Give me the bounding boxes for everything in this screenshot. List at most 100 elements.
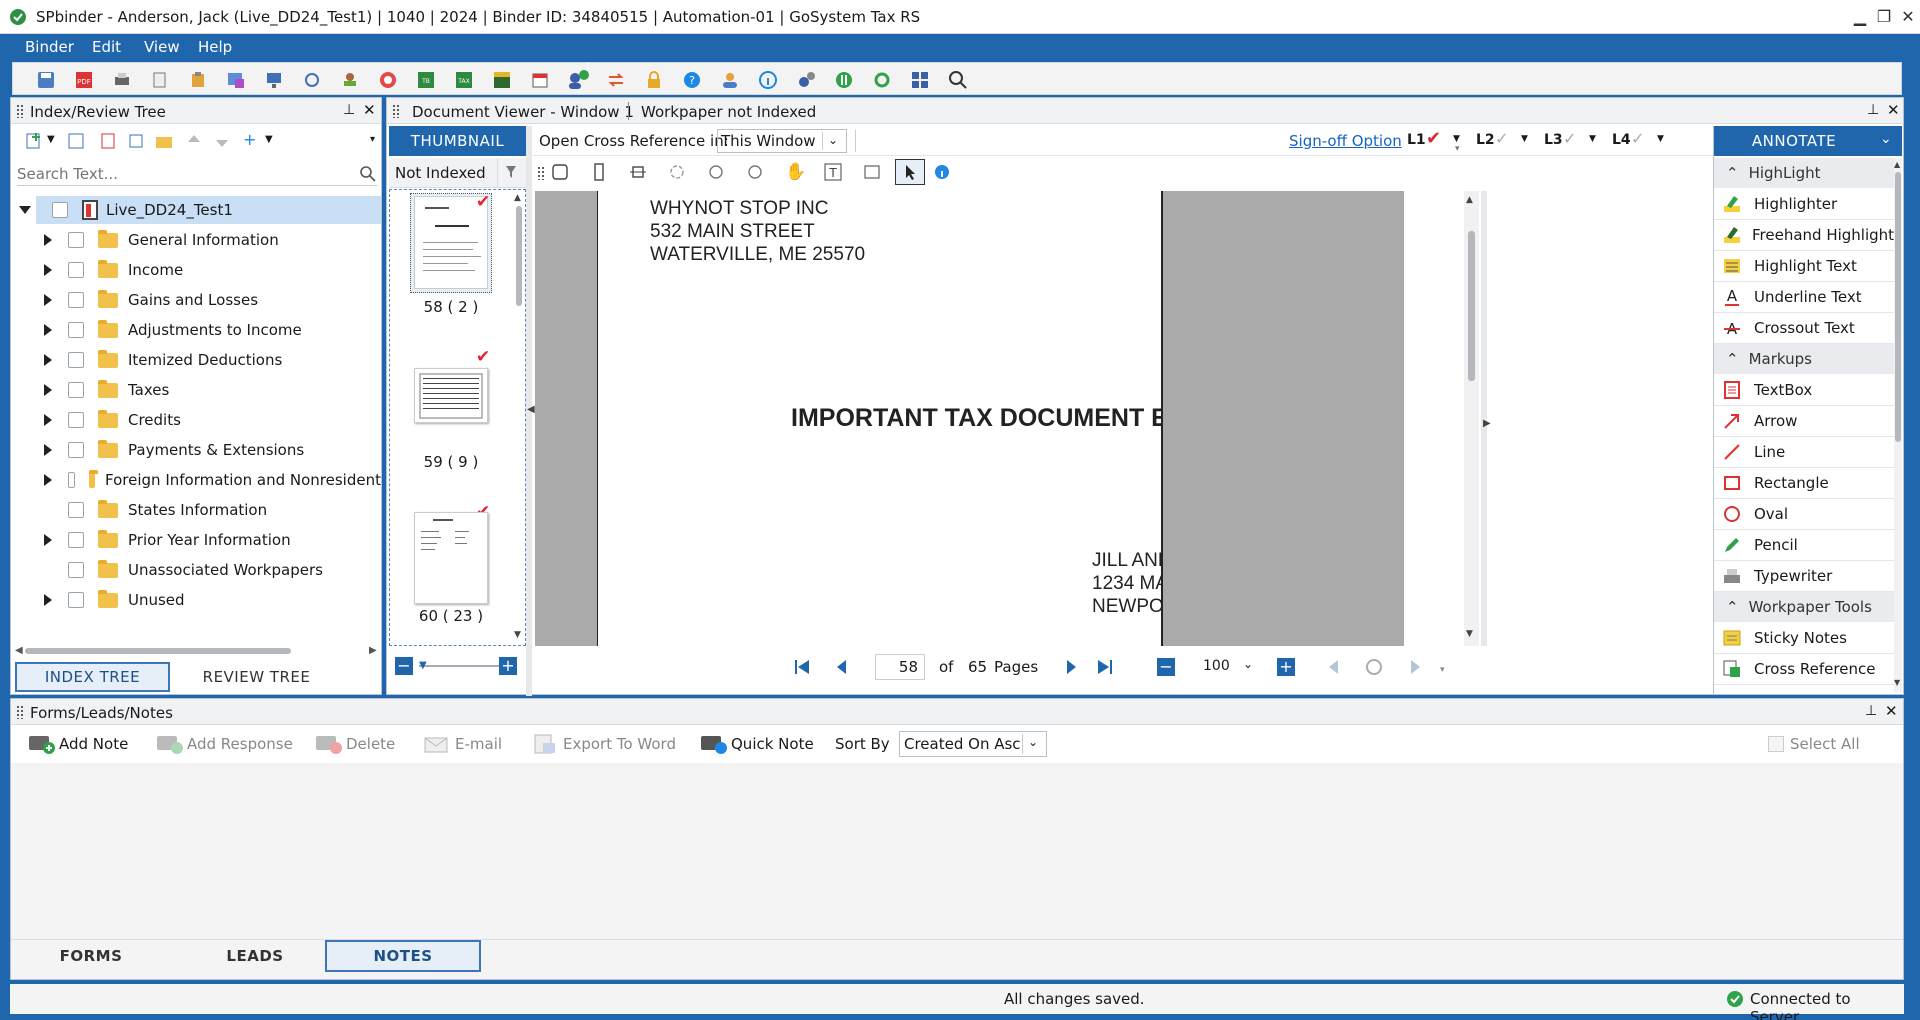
- search-icon[interactable]: [360, 166, 376, 182]
- import-icon[interactable]: [224, 68, 248, 92]
- annotate-oval[interactable]: Oval: [1714, 499, 1894, 530]
- tree-item-checkbox[interactable]: [68, 232, 84, 248]
- tree-item-checkbox[interactable]: [68, 532, 84, 548]
- pin-icon[interactable]: ⊥: [1867, 102, 1879, 118]
- info-icon[interactable]: [756, 68, 780, 92]
- hand-tool-icon[interactable]: ✋: [785, 162, 806, 182]
- expand-triangle-icon[interactable]: [44, 234, 52, 246]
- tr-icon[interactable]: [490, 68, 514, 92]
- updown-icon[interactable]: [832, 68, 856, 92]
- tab-leads[interactable]: LEADS: [177, 940, 333, 972]
- annotate-section-highlight[interactable]: ⌃ HighLight: [1714, 158, 1894, 188]
- doc-scroll-down-icon[interactable]: ▼: [1466, 629, 1473, 639]
- history-back-icon[interactable]: [1326, 659, 1342, 675]
- annotate-highlight-text[interactable]: Highlight Text: [1714, 251, 1894, 282]
- collapse-triangle-icon[interactable]: [19, 206, 31, 214]
- annotate-underline-text[interactable]: A Underline Text: [1714, 282, 1894, 313]
- history-icon[interactable]: [1365, 658, 1383, 676]
- close-panel-icon[interactable]: ✕: [363, 101, 376, 119]
- tree-item-prior-year-information[interactable]: Prior Year Information: [11, 525, 381, 555]
- annotate-scroll-down-icon[interactable]: ▼: [1894, 678, 1900, 687]
- thumb-scroll-up-icon[interactable]: ▲: [514, 193, 521, 203]
- paste-icon[interactable]: [186, 68, 210, 92]
- tab-forms[interactable]: FORMS: [11, 940, 171, 972]
- copy-icon[interactable]: [148, 68, 172, 92]
- zoom-select[interactable]: 100 ⌄: [1199, 654, 1261, 680]
- sort-select[interactable]: Created On Asc ⌄: [899, 731, 1047, 757]
- annotate-textbox[interactable]: TextBox: [1714, 375, 1894, 406]
- doc-scroll-up-icon[interactable]: ▲: [1466, 195, 1473, 205]
- next-page-icon[interactable]: [1063, 659, 1079, 675]
- tree-item-checkbox[interactable]: [68, 382, 84, 398]
- select-all-checkbox[interactable]: [1768, 736, 1784, 752]
- search-icon[interactable]: [946, 68, 970, 92]
- tree-item-payments-extensions[interactable]: Payments & Extensions: [11, 435, 381, 465]
- root-checkbox[interactable]: [52, 202, 68, 218]
- select-tool-button[interactable]: [895, 159, 925, 185]
- pdf-icon[interactable]: PDF: [72, 68, 96, 92]
- close-panel-icon[interactable]: ✕: [1885, 702, 1898, 720]
- tree-root[interactable]: Live_DD24_Test1: [11, 195, 381, 225]
- signoff-level-3[interactable]: L3: [1544, 132, 1563, 148]
- expand-triangle-icon[interactable]: [44, 294, 52, 306]
- panel-grip-icon[interactable]: [392, 104, 400, 118]
- help-icon[interactable]: ?: [680, 68, 704, 92]
- annotate-collapse-icon[interactable]: ▶: [1483, 418, 1491, 429]
- tree-item-checkbox[interactable]: [68, 592, 84, 608]
- signoff-level-4[interactable]: L4: [1612, 132, 1631, 148]
- tree-item-checkbox[interactable]: [68, 352, 84, 368]
- add-note-button[interactable]: Add Note: [27, 731, 128, 757]
- annotate-pencil[interactable]: Pencil: [1714, 530, 1894, 561]
- annotate-header[interactable]: ANNOTATE ⌄: [1714, 126, 1902, 156]
- level2-dropdown-icon[interactable]: ▼: [1521, 134, 1528, 144]
- delete-button[interactable]: Delete: [314, 731, 395, 757]
- expand-triangle-icon[interactable]: [44, 354, 52, 366]
- email-button[interactable]: E-mail: [423, 731, 502, 757]
- contact-icon[interactable]: [718, 68, 742, 92]
- chevron-down-icon[interactable]: ⌄: [1028, 735, 1038, 749]
- export-word-button[interactable]: Export To Word: [531, 731, 676, 757]
- panel-grip-icon[interactable]: [16, 705, 24, 719]
- tree-item-checkbox[interactable]: [68, 472, 75, 488]
- tools-grip-icon[interactable]: [537, 166, 545, 180]
- tree-item-unused[interactable]: Unused: [11, 585, 381, 615]
- annotate-typewriter[interactable]: Typewriter: [1714, 561, 1894, 592]
- add-node-icon[interactable]: [25, 132, 43, 150]
- expand-triangle-icon[interactable]: [44, 264, 52, 276]
- tree-item-foreign-information-and-nonresident[interactable]: Foreign Information and Nonresident: [11, 465, 381, 495]
- toolbar-overflow-icon[interactable]: ▾: [1455, 144, 1460, 154]
- filter-icon[interactable]: [505, 165, 517, 179]
- tree-item-unassociated-workpapers[interactable]: Unassociated Workpapers: [11, 555, 381, 585]
- dropdown-arrow-icon[interactable]: ▼: [47, 134, 55, 145]
- add-response-button[interactable]: Add Response: [155, 731, 293, 757]
- remove-node-icon[interactable]: [100, 132, 118, 150]
- annotate-line[interactable]: Line: [1714, 437, 1894, 468]
- chevron-down-icon[interactable]: ⌄: [828, 133, 838, 147]
- rotate-icon[interactable]: [746, 163, 764, 181]
- tree-item-credits[interactable]: Credits: [11, 405, 381, 435]
- scroll-left-icon[interactable]: ◀: [15, 645, 23, 656]
- annotate-scrollbar[interactable]: [1895, 172, 1901, 442]
- move-down-icon[interactable]: [213, 132, 231, 150]
- pin-icon[interactable]: ⊥: [1865, 703, 1877, 719]
- annotate-section-markups[interactable]: ⌃ Markups: [1714, 344, 1894, 374]
- tree-item-checkbox[interactable]: [68, 562, 84, 578]
- tree-node-icon[interactable]: [67, 132, 85, 150]
- expand-triangle-icon[interactable]: [44, 594, 52, 606]
- thumb-zoom-out-icon[interactable]: −: [395, 657, 413, 675]
- thumb-zoom-slider[interactable]: [419, 665, 499, 667]
- expand-triangle-icon[interactable]: [44, 384, 52, 396]
- rotate-left-icon[interactable]: [707, 163, 725, 181]
- nav-overflow-icon[interactable]: ▾: [1440, 665, 1445, 675]
- chevron-up-icon[interactable]: ⌃: [1726, 166, 1739, 181]
- tax-icon[interactable]: TAX: [452, 68, 476, 92]
- tree-item-itemized-deductions[interactable]: Itemized Deductions: [11, 345, 381, 375]
- save-icon[interactable]: [34, 68, 58, 92]
- tree-item-adjustments-to-income[interactable]: Adjustments to Income: [11, 315, 381, 345]
- signoff-option-link[interactable]: Sign-off Option: [1289, 132, 1402, 150]
- splitter-collapse-icon[interactable]: ◀: [527, 404, 535, 415]
- restore-button[interactable]: ❐: [1873, 7, 1895, 27]
- add-dropdown-icon[interactable]: ▼: [265, 134, 273, 145]
- menu-help[interactable]: Help: [198, 38, 232, 56]
- quick-note-button[interactable]: Quick Note: [699, 731, 814, 757]
